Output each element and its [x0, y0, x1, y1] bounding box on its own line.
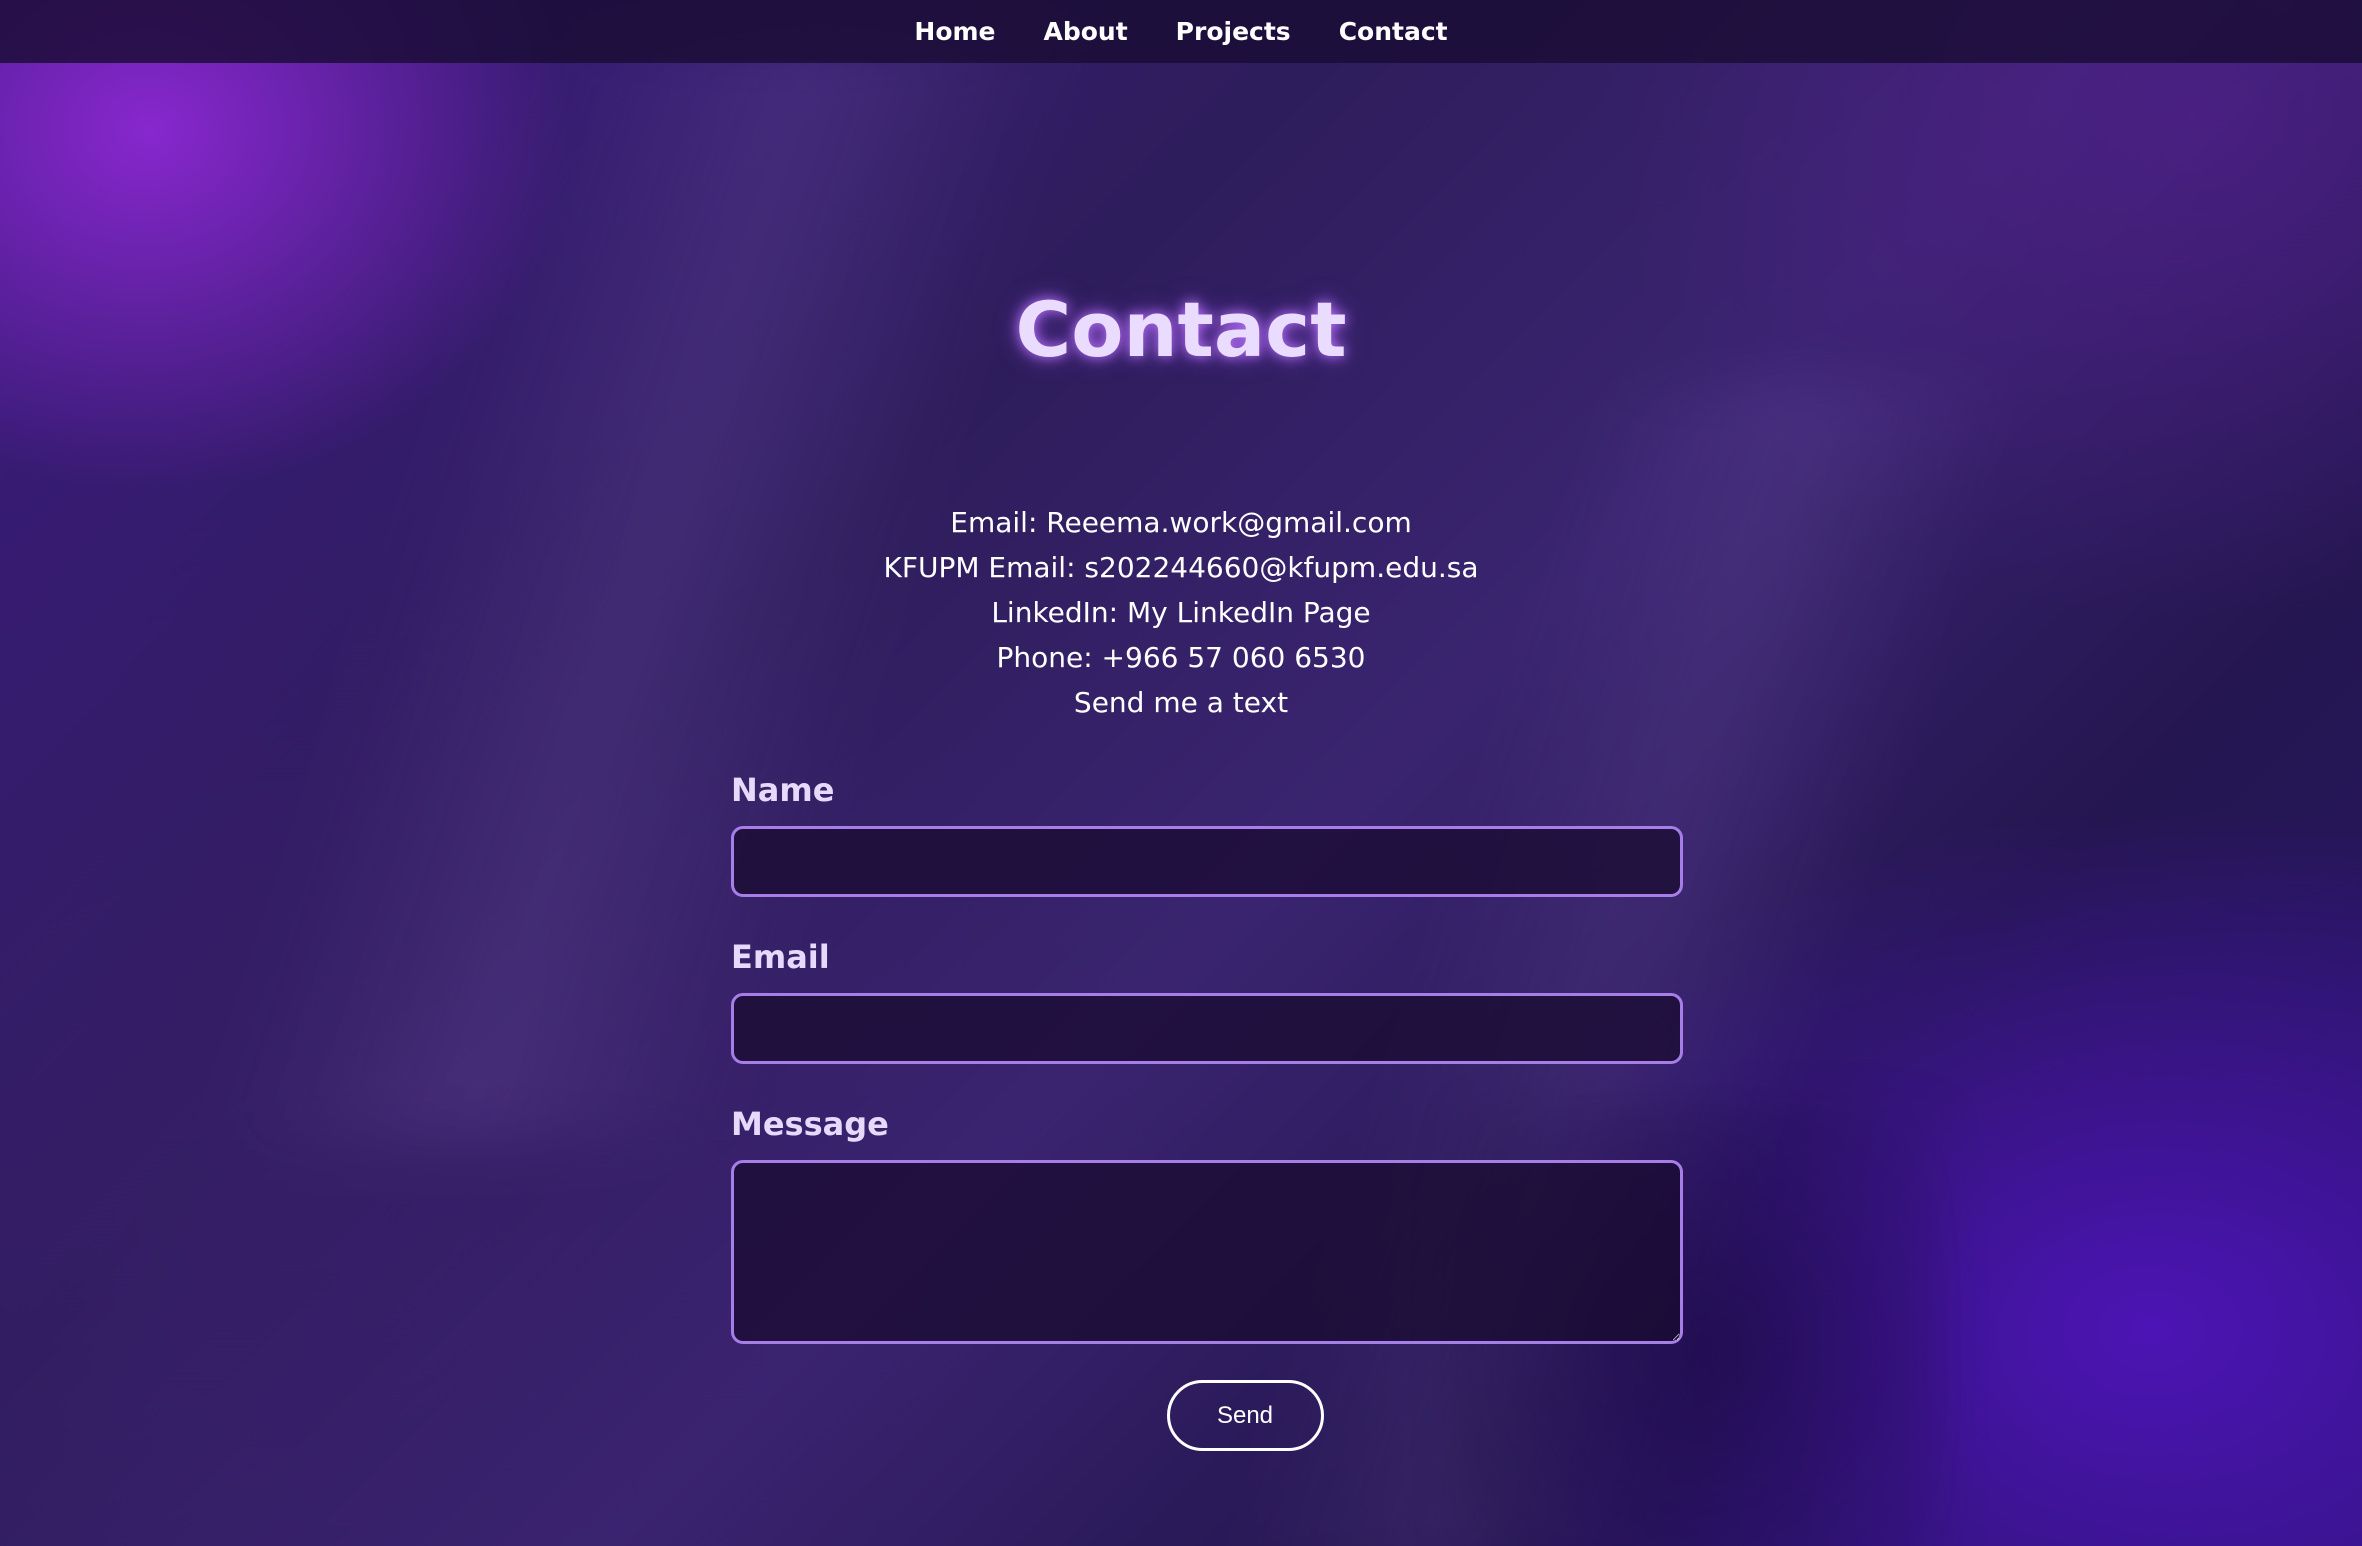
nav-item-contact[interactable]: Contact — [1339, 17, 1448, 46]
kfupm-email-text: KFUPM Email: s202244660@kfupm.edu.sa — [883, 551, 1479, 584]
email-text: Email: Reeema.work@gmail.com — [950, 506, 1412, 539]
message-label: Message — [731, 1105, 889, 1143]
message-textarea[interactable] — [731, 1160, 1683, 1344]
linkedin-prefix: LinkedIn: — [991, 596, 1127, 629]
main-content: Contact Email: Reeema.work@gmail.com KFU… — [0, 0, 2362, 1546]
send-button[interactable]: Send — [1166, 1380, 1324, 1451]
contact-form: Name Email Message Send — [731, 770, 1683, 1451]
email-label: Email — [731, 938, 830, 976]
name-input[interactable] — [731, 826, 1683, 897]
linkedin-link[interactable]: My LinkedIn Page — [1127, 596, 1371, 629]
name-label: Name — [731, 771, 835, 809]
email-input[interactable] — [731, 993, 1683, 1064]
page-title: Contact — [1015, 285, 1347, 374]
phone-text: Phone: +966 57 060 6530 — [996, 641, 1366, 674]
send-text-link[interactable]: Send me a text — [0, 680, 2362, 725]
nav-item-home[interactable]: Home — [914, 17, 995, 46]
nav-item-about[interactable]: About — [1044, 17, 1128, 46]
top-navigation: Home About Projects Contact — [0, 0, 2362, 63]
nav-item-projects[interactable]: Projects — [1176, 17, 1291, 46]
contact-info: Email: Reeema.work@gmail.com KFUPM Email… — [0, 500, 2362, 725]
linkedin-line: LinkedIn: My LinkedIn Page — [0, 590, 2362, 635]
send-button-container: Send — [731, 1380, 1683, 1451]
